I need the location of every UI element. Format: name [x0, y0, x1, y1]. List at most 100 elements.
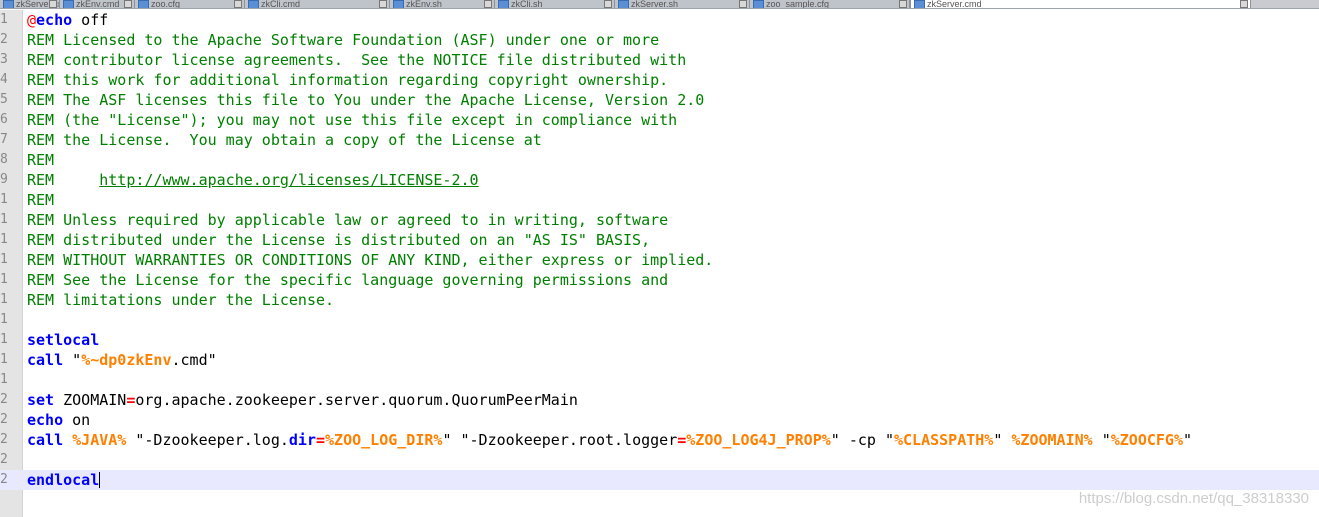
close-tab-icon[interactable]: [124, 0, 132, 8]
line-number: 2: [0, 32, 7, 47]
code-line[interactable]: 13 REM WITHOUT WARRANTIES OR CONDITIONS O…: [0, 250, 1319, 270]
tab-1[interactable]: zkServer.cmd: [0, 0, 60, 8]
line-number: 9: [0, 172, 7, 187]
tab-8[interactable]: zoo_sample.cfg: [750, 0, 910, 8]
code-line[interactable]: 21 echo on: [0, 410, 1319, 430]
code-text: REM http://www.apache.org/licenses/LICEN…: [27, 170, 479, 190]
code-line[interactable]: 1 @echo off: [0, 10, 1319, 30]
tab-label: zkCli.sh: [511, 0, 543, 8]
code-text: call %JAVA% "-Dzookeeper.log.dir=%ZOO_LO…: [27, 430, 1192, 450]
tab-4[interactable]: zkCli.cmd: [245, 0, 390, 8]
code-token-op: =: [316, 431, 326, 449]
code-line[interactable]: 15 REM limitations under the License.: [0, 290, 1319, 310]
code-token-rem: REM distributed under the License is dis…: [27, 231, 651, 249]
code-line[interactable]: 22call %JAVA% "-Dzookeeper.log.dir=%ZOO_…: [0, 430, 1319, 450]
code-line[interactable]: 7 REM the License. You may obtain a copy …: [0, 130, 1319, 150]
code-token-rem: REM contributor license agreements. See …: [27, 51, 687, 69]
code-line[interactable]: 11 REM Unless required by applicable law …: [0, 210, 1319, 230]
code-token-rem: REM See the License for the specific lan…: [27, 271, 669, 289]
close-tab-icon[interactable]: [49, 0, 57, 8]
code-line[interactable]: 12 REM distributed under the License is d…: [0, 230, 1319, 250]
close-tab-icon[interactable]: [1240, 0, 1248, 8]
code-line[interactable]: 6 REM (the "License"); you may not use th…: [0, 110, 1319, 130]
code-text: REM: [27, 150, 54, 170]
code-line[interactable]: 3 REM contributor license agreements. See…: [0, 50, 1319, 70]
file-icon: [498, 0, 509, 8]
code-line[interactable]: 5 REM The ASF licenses this file to You u…: [0, 90, 1319, 110]
tab-5[interactable]: zkEnv.sh: [390, 0, 495, 8]
code-token-kw: call: [27, 351, 64, 369]
code-text: REM Licensed to the Apache Software Foun…: [27, 30, 659, 50]
code-line[interactable]: 4 REM this work for additional informatio…: [0, 70, 1319, 90]
code-line[interactable]: 24 endlocal: [0, 470, 1319, 490]
code-token-plain: .cmd": [171, 351, 217, 369]
tab-bar: zkServer.cmd zkEnv.cmd zoo.cfg zkCli.cmd zkE…: [0, 0, 1319, 9]
code-token-kw: set: [27, 391, 55, 409]
code-text: setlocal: [27, 330, 99, 350]
watermark: https://blog.csdn.net/qq_38318330: [1078, 490, 1309, 507]
line-number: 10: [0, 192, 7, 207]
tab-6[interactable]: zkCli.sh: [495, 0, 615, 8]
code-token-var: %ZOOCFG%: [1110, 431, 1183, 449]
line-number: 4: [0, 72, 7, 87]
tab-label: zkCli.cmd: [261, 0, 301, 8]
code-line[interactable]: 2 REM Licensed to the Apache Software Fou…: [0, 30, 1319, 50]
code-line[interactable]: 20 set ZOOMAIN=org.apache.zookeeper.serve…: [0, 390, 1319, 410]
code-token-rem: REM Unless required by applicable law or…: [27, 211, 669, 229]
close-tab-icon[interactable]: [604, 0, 612, 8]
tab-label: zkServer.sh: [631, 0, 679, 8]
line-number: 24: [0, 472, 7, 487]
code-line[interactable]: 16: [0, 310, 1319, 330]
line-number: 15: [0, 292, 7, 307]
code-text: REM The ASF licenses this file to You un…: [27, 90, 704, 110]
code-token-kw: endlocal: [27, 471, 100, 489]
close-tab-icon[interactable]: [739, 0, 747, 8]
code-text: set ZOOMAIN=org.apache.zookeeper.server.…: [27, 390, 578, 410]
line-number: 3: [0, 52, 7, 67]
tab-label: zkEnv.cmd: [76, 0, 120, 8]
code-token-rem: REM this work for additional information…: [27, 71, 669, 89]
code-text: REM the License. You may obtain a copy o…: [27, 130, 542, 150]
line-number: 21: [0, 412, 7, 427]
code-line[interactable]: 23: [0, 450, 1319, 470]
code-token-op: =: [677, 431, 687, 449]
line-number: 6: [0, 112, 7, 127]
code-line[interactable]: 10 REM: [0, 190, 1319, 210]
code-line[interactable]: 19: [0, 370, 1319, 390]
code-token-rem: REM: [27, 151, 55, 169]
tab-label: zkServer.cmd: [927, 0, 982, 8]
code-token-var: %CLASSPATH%: [894, 431, 994, 449]
code-line[interactable]: 17 setlocal: [0, 330, 1319, 350]
close-tab-icon[interactable]: [379, 0, 387, 8]
tab-3[interactable]: zoo.cfg: [135, 0, 245, 8]
code-token-url: http://www.apache.org/licenses/LICENSE-2…: [99, 171, 479, 189]
code-text: REM (the "License"); you may not use thi…: [27, 110, 677, 130]
tab-9[interactable]: zkServer.cmd: [910, 0, 1251, 8]
code-token-rem: REM: [27, 191, 55, 209]
tab-2[interactable]: zkEnv.cmd: [60, 0, 135, 8]
line-number: 7: [0, 132, 7, 147]
code-text: REM: [27, 190, 54, 210]
code-text: REM contributor license agreements. See …: [27, 50, 686, 70]
line-number: 1: [0, 12, 7, 27]
code-line[interactable]: 14 REM See the License for the specific l…: [0, 270, 1319, 290]
code-token-plain: ": [63, 351, 82, 369]
code-text: endlocal: [27, 470, 101, 490]
tab-7[interactable]: zkServer.sh: [615, 0, 750, 8]
code-text: echo on: [27, 410, 90, 430]
code-token-rem: REM (the "License"); you may not use thi…: [27, 111, 678, 129]
close-tab-icon[interactable]: [899, 0, 907, 8]
code-line[interactable]: 9 REM http://www.apache.org/licenses/LICE…: [0, 170, 1319, 190]
code-editor[interactable]: 1 @echo off 2 REM Licensed to the Apache So…: [0, 10, 1319, 517]
code-line[interactable]: 18 call "%~dp0zkEnv.cmd": [0, 350, 1319, 370]
close-tab-icon[interactable]: [234, 0, 242, 8]
code-line[interactable]: 8 REM: [0, 150, 1319, 170]
code-token-plain: org.apache.zookeeper.server.quorum.Quoru…: [135, 391, 578, 409]
code-token-rem: REM Licensed to the Apache Software Foun…: [27, 31, 660, 49]
code-token-rem: REM limitations under the License.: [27, 291, 335, 309]
code-text: @echo off: [27, 10, 108, 30]
code-text: REM distributed under the License is dis…: [27, 230, 650, 250]
close-tab-icon[interactable]: [484, 0, 492, 8]
line-number: 8: [0, 152, 7, 167]
